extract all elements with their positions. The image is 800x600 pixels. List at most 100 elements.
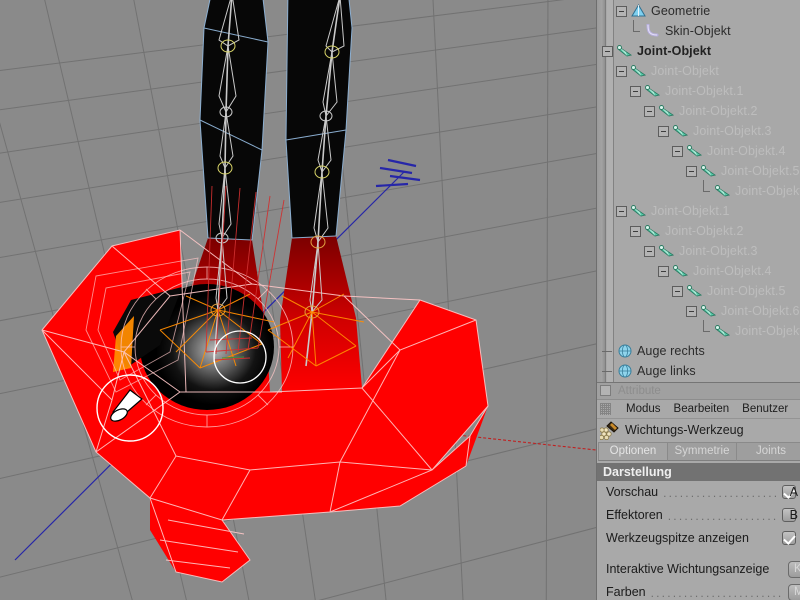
property-tail-label: A — [789, 485, 798, 500]
property-label: Vorschau — [606, 485, 659, 500]
joint-icon — [644, 223, 661, 239]
tree-item-label: Joint-Objekt.5 — [707, 284, 786, 298]
tree-item-joint-objekt-5[interactable]: Joint-Objekt.5 — [602, 281, 798, 301]
joint-icon — [700, 163, 717, 179]
property-dot-leader — [774, 562, 783, 576]
object-manager[interactable]: Geometrie Skin-Objekt Joint-Objekt Joint-Ob… — [597, 0, 800, 383]
property-dot-leader: ........................................ — [663, 486, 777, 500]
property-row-vorschau: Vorschau................................… — [597, 481, 800, 504]
joint-icon — [686, 143, 703, 159]
joint-icon — [644, 83, 661, 99]
property-row-interaktive-wichtungsanzeige: Interaktive Wichtungsanzeige Kei — [597, 558, 800, 581]
tree-item-label: Joint-Objekt — [637, 44, 712, 58]
dropdown-interaktive-wichtungsanzeige[interactable]: Kei — [788, 560, 800, 578]
tree-item-label: Joint-Objekt.4 — [693, 264, 772, 278]
menu-item-modus[interactable]: Modus — [626, 403, 661, 415]
tree-expander-icon[interactable] — [616, 5, 627, 17]
tree-item-label: Joint-Objekt.1 — [665, 84, 744, 98]
tree-item-label: Skin-Objekt — [665, 24, 731, 38]
tree-item-joint-objekt[interactable]: Joint-Objekt — [602, 41, 798, 61]
joint-icon — [672, 123, 689, 139]
object-tree[interactable]: Geometrie Skin-Objekt Joint-Objekt Joint-Ob… — [602, 0, 800, 382]
polygon-object-icon — [630, 3, 647, 19]
attribute-object-name: Wichtungs-Werkzeug — [625, 423, 744, 438]
tree-branch-icon — [630, 19, 641, 37]
tree-item-joint-objekt-6[interactable]: Joint-Objekt.6 — [602, 301, 800, 321]
attribute-menubar[interactable]: Modus Bearbeiten Benutzer — [597, 399, 800, 419]
tree-item-auge-rechts[interactable]: Auge rechts — [602, 341, 798, 361]
tab-joints[interactable]: Joints — [736, 441, 800, 461]
tree-item-joint-objekt-2[interactable]: Joint-Objekt.2 — [602, 221, 798, 241]
tree-branch-icon — [602, 366, 613, 377]
sphere-object-icon — [616, 363, 633, 379]
panel-menu-icon[interactable] — [600, 385, 611, 397]
checkbox-werkzeugspitze-anzeigen[interactable] — [782, 531, 796, 546]
attribute-panel-title: Attribute — [618, 384, 661, 397]
tree-item-joint-objekt-2[interactable]: Joint-Objekt.2 — [602, 101, 798, 121]
tree-item-label: Joint-Objekt.4 — [707, 144, 786, 158]
tree-item-joint-objekt-5[interactable]: Joint-Objekt.5 — [602, 161, 799, 181]
tree-item-joint-objekt[interactable]: Joint-Objekt — [602, 61, 798, 81]
property-label: Effektoren — [606, 508, 663, 523]
tree-expander-icon[interactable] — [616, 205, 627, 217]
tree-item-joint-objekt-7[interactable]: Joint-Objekt.7 — [602, 319, 800, 341]
attribute-panel-titlebar[interactable]: Attribute — [597, 382, 800, 400]
tree-item-label: Joint-Objekt.3 — [679, 244, 758, 258]
drag-grip-icon[interactable] — [600, 402, 611, 415]
tree-expander-icon[interactable] — [686, 165, 697, 177]
tree-expander-icon[interactable] — [616, 65, 627, 77]
joint-icon — [714, 323, 731, 339]
joint-icon — [700, 303, 717, 319]
tree-expander-icon[interactable] — [644, 245, 655, 257]
tree-item-label: Joint-Objekt.6 — [735, 184, 800, 198]
menu-item-benutzer[interactable]: Benutzer — [742, 403, 788, 415]
dropdown-farben[interactable]: Mu — [788, 583, 800, 600]
tree-item-geometrie[interactable]: Geometrie — [602, 1, 798, 21]
tab-symmetrie[interactable]: Symmetrie — [667, 441, 737, 461]
property-row-werkzeugspitze-anzeigen: Werkzeugspitze anzeigen — [597, 527, 800, 550]
tree-item-joint-objekt-4[interactable]: Joint-Objekt.4 — [602, 141, 798, 161]
tree-item-auge-links[interactable]: Auge links — [602, 361, 798, 381]
tree-item-label: Joint-Objekt.6 — [721, 304, 800, 318]
tree-expander-icon[interactable] — [630, 85, 641, 97]
tree-item-joint-objekt-1[interactable]: Joint-Objekt.1 — [602, 81, 798, 101]
menu-item-bearbeiten[interactable]: Bearbeiten — [674, 403, 730, 415]
tree-item-joint-objekt-6[interactable]: Joint-Objekt.6 — [602, 179, 800, 201]
application-window: Geometrie Skin-Objekt Joint-Objekt Joint-Ob… — [0, 0, 800, 600]
attribute-rows: Vorschau................................… — [597, 481, 800, 600]
tree-branch-icon — [700, 319, 711, 337]
tree-item-joint-objekt-1[interactable]: Joint-Objekt.1 — [602, 201, 798, 221]
property-tail-label: B — [789, 508, 798, 523]
tree-item-skin-objekt[interactable]: Skin-Objekt — [602, 19, 798, 41]
tree-expander-icon[interactable] — [602, 45, 613, 57]
property-label: Interaktive Wichtungsanzeige — [606, 562, 770, 577]
tree-branch-icon — [602, 346, 613, 357]
tree-expander-icon[interactable] — [658, 265, 669, 277]
tree-item-label: Auge links — [637, 364, 696, 378]
tree-expander-icon[interactable] — [658, 125, 669, 137]
tree-expander-icon[interactable] — [644, 105, 655, 117]
perspective-viewport[interactable] — [0, 0, 596, 600]
tree-item-label: Auge rechts — [637, 344, 705, 358]
tree-branch-icon — [700, 179, 711, 197]
joint-icon — [630, 63, 647, 79]
tree-item-joint-objekt-4[interactable]: Joint-Objekt.4 — [602, 261, 798, 281]
tree-item-label: Joint-Objekt.7 — [735, 324, 800, 338]
tree-expander-icon[interactable] — [672, 285, 683, 297]
joint-icon — [672, 263, 689, 279]
joint-icon — [616, 43, 633, 59]
property-dot-leader: ........................................ — [667, 509, 777, 523]
tree-item-label: Joint-Objekt.2 — [665, 224, 744, 238]
sphere-object-icon — [616, 343, 633, 359]
tree-expander-icon[interactable] — [630, 225, 641, 237]
section-header-darstellung: Darstellung — [597, 462, 800, 481]
tree-item-joint-objekt-3[interactable]: Joint-Objekt.3 — [602, 241, 798, 261]
tree-expander-icon[interactable] — [672, 145, 683, 157]
skin-deformer-icon — [644, 23, 661, 39]
tab-optionen[interactable]: Optionen — [598, 441, 668, 461]
tree-item-joint-objekt-3[interactable]: Joint-Objekt.3 — [602, 121, 798, 141]
tree-item-label: Joint-Objekt.2 — [679, 104, 758, 118]
attribute-tabs[interactable]: Optionen Symmetrie Joints — [597, 441, 800, 461]
tree-expander-icon[interactable] — [686, 305, 697, 317]
tree-item-label: Joint-Objekt — [651, 64, 719, 78]
